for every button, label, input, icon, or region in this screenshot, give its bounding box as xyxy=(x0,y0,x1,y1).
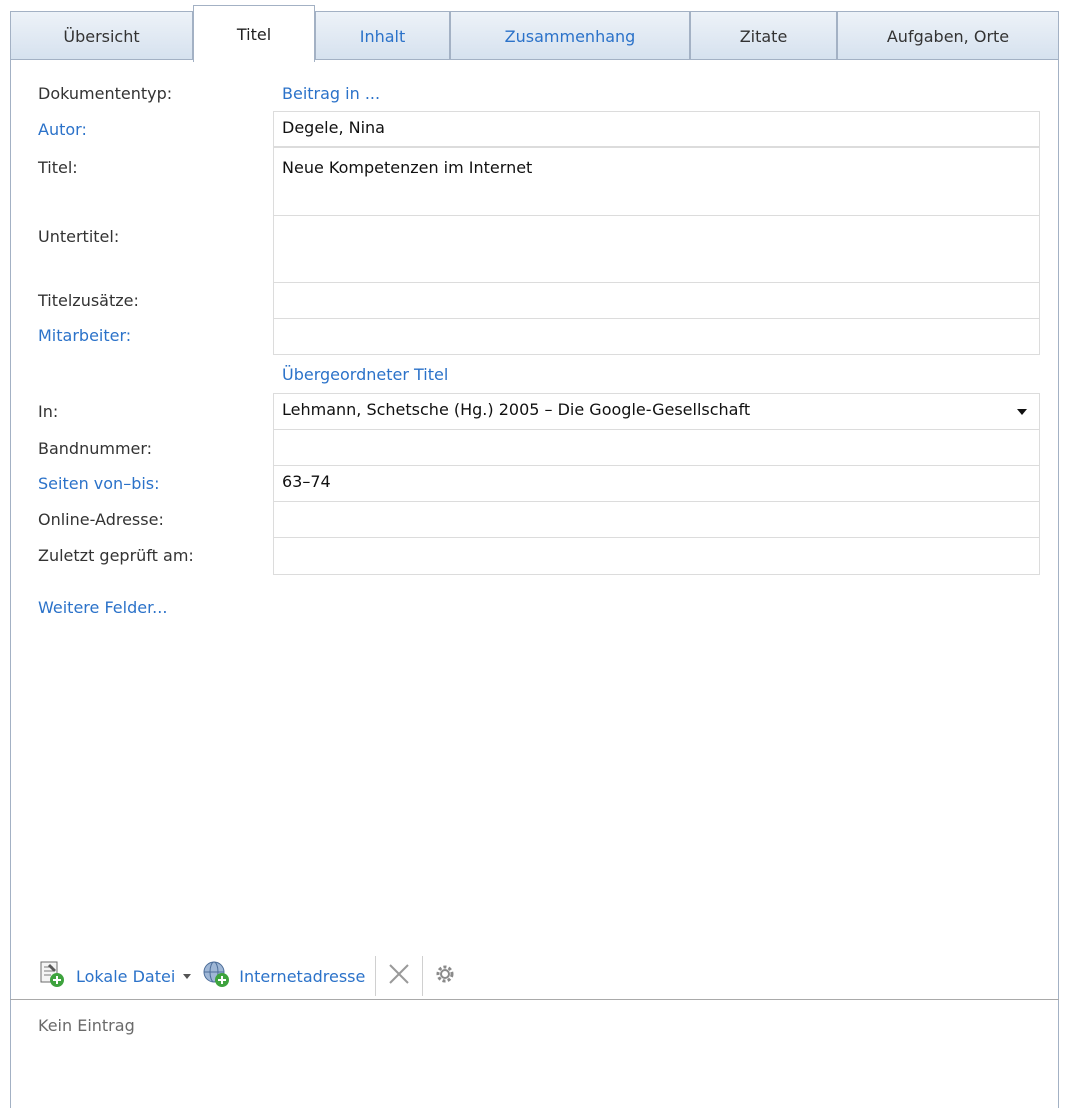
toolbar-separator xyxy=(422,956,424,996)
pages-label-link[interactable]: Seiten von–bis: xyxy=(38,474,160,493)
tab-label: Inhalt xyxy=(359,27,406,46)
web-address-label: Internetadresse xyxy=(239,966,366,986)
gear-icon xyxy=(433,962,457,990)
tab-aufgaben-orte[interactable]: Aufgaben, Orte xyxy=(837,11,1059,61)
title-field[interactable]: Neue Kompetenzen im Internet xyxy=(273,147,1040,216)
delete-button[interactable] xyxy=(386,961,412,991)
more-fields-link[interactable]: Weitere Felder... xyxy=(38,598,167,617)
author-field[interactable]: Degele, Nina xyxy=(273,111,1040,147)
parent-title-link[interactable]: Übergeordneter Titel xyxy=(282,365,448,384)
tab-zusammenhang[interactable]: Zusammenhang xyxy=(450,11,690,61)
tab-label: Titel xyxy=(236,24,272,44)
contributors-field[interactable] xyxy=(273,318,1040,355)
contributors-label-link[interactable]: Mitarbeiter: xyxy=(38,326,131,345)
local-file-label: Lokale Datei xyxy=(76,966,176,986)
online-field[interactable] xyxy=(273,501,1040,538)
title-value: Neue Kompetenzen im Internet xyxy=(282,158,533,177)
author-label-link[interactable]: Autor: xyxy=(38,120,87,139)
tab-label: Zusammenhang xyxy=(504,27,636,46)
tab-titel[interactable]: Titel xyxy=(193,5,315,62)
online-label: Online-Adresse: xyxy=(38,510,164,529)
file-add-icon xyxy=(38,960,66,992)
tab-label: Zitate xyxy=(739,27,788,46)
doctype-label: Dokumententyp: xyxy=(38,84,173,103)
volume-field[interactable] xyxy=(273,429,1040,466)
title-additions-label: Titelzusätze: xyxy=(38,291,139,310)
in-label: In: xyxy=(38,402,59,421)
title-label: Titel: xyxy=(38,158,78,177)
checked-label: Zuletzt geprüft am: xyxy=(38,546,194,565)
subtitle-label: Untertitel: xyxy=(38,227,120,246)
dropdown-arrow-icon[interactable] xyxy=(183,973,192,979)
in-value: Lehmann, Schetsche (Hg.) 2005 – Die Goog… xyxy=(282,400,751,419)
attachments-divider xyxy=(10,999,1059,1000)
settings-button[interactable] xyxy=(433,962,457,990)
web-address-button[interactable]: Internetadresse xyxy=(201,960,365,992)
tab-label: Aufgaben, Orte xyxy=(886,27,1010,46)
title-additions-field[interactable] xyxy=(273,282,1040,319)
chevron-down-icon[interactable] xyxy=(1017,409,1027,415)
author-value: Degele, Nina xyxy=(282,118,385,137)
close-icon xyxy=(386,961,412,991)
attachment-toolbar: Lokale Datei Internetadresse xyxy=(38,956,457,996)
tab-zitate[interactable]: Zitate xyxy=(690,11,837,61)
volume-label: Bandnummer: xyxy=(38,439,153,458)
checked-field[interactable] xyxy=(273,537,1040,575)
doctype-link[interactable]: Beitrag in ... xyxy=(282,84,380,103)
tab-uebersicht[interactable]: Übersicht xyxy=(10,11,193,61)
globe-add-icon xyxy=(201,960,231,992)
pages-value: 63–74 xyxy=(282,472,331,491)
subtitle-field[interactable] xyxy=(273,215,1040,283)
tab-inhalt[interactable]: Inhalt xyxy=(315,11,450,61)
in-dropdown[interactable]: Lehmann, Schetsche (Hg.) 2005 – Die Goog… xyxy=(273,393,1040,430)
local-file-button[interactable]: Lokale Datei xyxy=(38,960,192,992)
pages-field[interactable]: 63–74 xyxy=(273,465,1040,502)
toolbar-separator xyxy=(375,956,377,996)
attachments-empty-text: Kein Eintrag xyxy=(38,1016,135,1035)
tab-label: Übersicht xyxy=(63,27,140,46)
tab-bar: Übersicht Titel Inhalt Zusammenhang Zita… xyxy=(10,5,1059,62)
